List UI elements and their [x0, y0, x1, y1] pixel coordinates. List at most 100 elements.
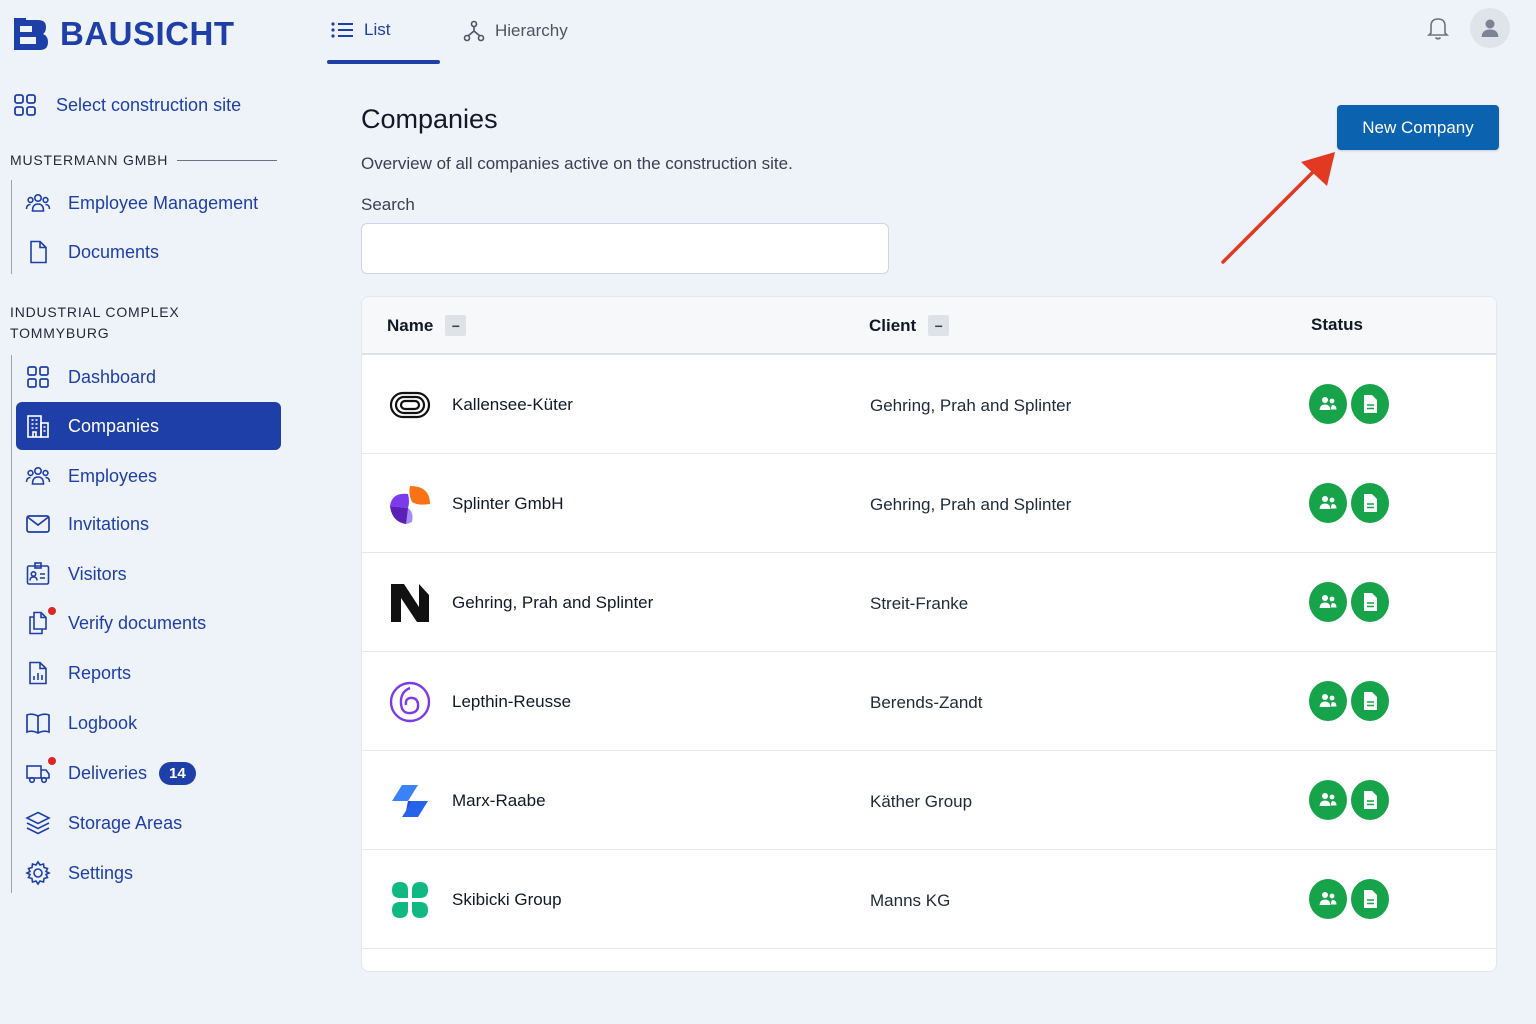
select-construction-site[interactable]: Select construction site: [12, 92, 241, 118]
documents-status-button[interactable]: [1351, 780, 1389, 820]
tab-list[interactable]: List: [330, 20, 390, 40]
tab-hierarchy[interactable]: Hierarchy: [463, 20, 568, 42]
column-header-client: Client −: [869, 315, 950, 336]
alert-dot: [48, 757, 56, 765]
documents-status-button[interactable]: [1351, 582, 1389, 622]
sidebar-item-companies[interactable]: Companies: [16, 402, 281, 450]
hierarchy-icon: [463, 20, 485, 42]
document-icon: [1364, 692, 1377, 710]
documents-status-button[interactable]: [1351, 879, 1389, 919]
users-icon: [24, 189, 52, 217]
avatar[interactable]: [1470, 8, 1510, 48]
sidebar-item-documents[interactable]: Documents: [16, 228, 281, 276]
page-title: Companies: [361, 104, 498, 134]
org-section-label: MUSTERMANN GMBH: [10, 152, 169, 168]
company-name[interactable]: Kallensee-Küter: [452, 395, 573, 415]
sidebar-item-visitors[interactable]: Visitors: [16, 550, 281, 598]
slash-logo-icon: [392, 785, 428, 817]
users-icon: [1319, 892, 1337, 905]
sort-client-button[interactable]: −: [928, 315, 950, 336]
gear-icon: [24, 859, 52, 887]
bausicht-logo-icon: [14, 18, 48, 50]
client-name: Streit-Franke: [870, 594, 969, 613]
table-row[interactable]: Gehring, Prah and Splinter Streit-Franke: [362, 553, 1496, 652]
documents-copy-icon: [24, 607, 56, 637]
sidebar-item-dashboard[interactable]: Dashboard: [16, 353, 281, 401]
document-icon: [1364, 593, 1377, 611]
book-icon: [24, 709, 52, 737]
status-icons: [1309, 483, 1389, 523]
column-header-status: Status: [1311, 315, 1363, 335]
employees-status-button[interactable]: [1309, 879, 1347, 919]
employees-status-button[interactable]: [1309, 681, 1347, 721]
sidebar-item-invitations[interactable]: Invitations: [16, 500, 281, 548]
sidebar-item-employees[interactable]: Employees: [16, 452, 281, 500]
sidebar-item-label: Reports: [68, 662, 132, 683]
status-icons: [1309, 879, 1389, 919]
sidebar-item-deliveries[interactable]: Deliveries 14: [16, 749, 281, 797]
sidebar-item-label: Documents: [68, 241, 160, 262]
users-icon: [1319, 595, 1337, 608]
company-name[interactable]: Marx-Raabe: [452, 791, 546, 811]
sidebar-item-label: Dashboard: [68, 366, 157, 387]
company-name[interactable]: Skibicki Group: [452, 890, 562, 910]
spiral-logo-icon: [389, 681, 431, 723]
search-input[interactable]: [361, 223, 889, 274]
building-icon: [24, 412, 52, 440]
client-name: Gehring, Prah and Splinter: [870, 495, 1072, 514]
sort-name-button[interactable]: −: [445, 315, 467, 336]
sidebar-item-label: Companies: [68, 415, 160, 436]
sidebar-item-storage-areas[interactable]: Storage Areas: [16, 799, 281, 847]
company-name[interactable]: Gehring, Prah and Splinter: [452, 593, 653, 613]
bell-icon[interactable]: [1424, 14, 1452, 42]
tab-hierarchy-label: Hierarchy: [495, 21, 568, 40]
table-row[interactable]: Marx-Raabe Käther Group: [362, 751, 1496, 850]
page-subtitle: Overview of all companies active on the …: [361, 154, 793, 173]
users-icon: [1319, 496, 1337, 509]
document-icon: [1364, 890, 1377, 908]
app-logo[interactable]: BAUSICHT: [10, 14, 235, 54]
status-icons: [1309, 582, 1389, 622]
site-section-label: INDUSTRIAL COMPLEX TOMMYBURG: [10, 302, 179, 344]
table-row[interactable]: Lepthin-Reusse Berends-Zandt: [362, 652, 1496, 751]
employees-status-button[interactable]: [1309, 384, 1347, 424]
sidebar-item-label: Employee Management: [68, 192, 259, 213]
table-row[interactable]: Kallensee-Küter Gehring, Prah and Splint…: [362, 355, 1496, 454]
sidebar-item-reports[interactable]: Reports: [16, 649, 281, 697]
table-row[interactable]: Splinter GmbH Gehring, Prah and Splinter: [362, 454, 1496, 553]
deliveries-count-badge: 14: [159, 761, 196, 785]
company-name[interactable]: Splinter GmbH: [452, 494, 563, 514]
document-icon: [1364, 494, 1377, 512]
sidebar-item-label: Storage Areas: [68, 812, 183, 833]
employees-status-button[interactable]: [1309, 780, 1347, 820]
employees-status-button[interactable]: [1309, 582, 1347, 622]
sidebar-item-label: Settings: [68, 862, 134, 883]
documents-status-button[interactable]: [1351, 384, 1389, 424]
documents-status-button[interactable]: [1351, 681, 1389, 721]
documents-status-button[interactable]: [1351, 483, 1389, 523]
company-name[interactable]: Lepthin-Reusse: [452, 692, 571, 712]
new-company-button[interactable]: New Company: [1337, 105, 1499, 150]
client-name: Manns KG: [870, 891, 951, 910]
table-row[interactable]: Skibicki Group Manns KG: [362, 850, 1496, 949]
section-divider: [177, 160, 277, 161]
column-header-name: Name −: [387, 315, 467, 336]
active-tab-indicator: [327, 60, 440, 64]
document-icon: [1364, 791, 1377, 809]
alert-dot: [48, 607, 56, 615]
companies-table: Name − Client − Status Kallensee-Küter G…: [361, 296, 1497, 972]
site-section-label-line1: INDUSTRIAL COMPLEX: [10, 304, 180, 320]
sidebar-item-label: Deliveries: [68, 762, 148, 783]
app-name: BAUSICHT: [60, 15, 235, 52]
sidebar-item-employee-management[interactable]: Employee Management: [16, 179, 281, 227]
column-header-client-label: Client: [869, 315, 917, 335]
client-name: Gehring, Prah and Splinter: [870, 396, 1072, 415]
sidebar-item-settings[interactable]: Settings: [16, 849, 281, 897]
column-header-status-label: Status: [1311, 315, 1363, 334]
column-header-name-label: Name: [387, 315, 434, 335]
truck-icon: [24, 757, 56, 787]
grid-icon: [14, 94, 36, 116]
employees-status-button[interactable]: [1309, 483, 1347, 523]
sidebar-item-verify-documents[interactable]: Verify documents: [16, 599, 281, 647]
sidebar-item-logbook[interactable]: Logbook: [16, 699, 281, 747]
